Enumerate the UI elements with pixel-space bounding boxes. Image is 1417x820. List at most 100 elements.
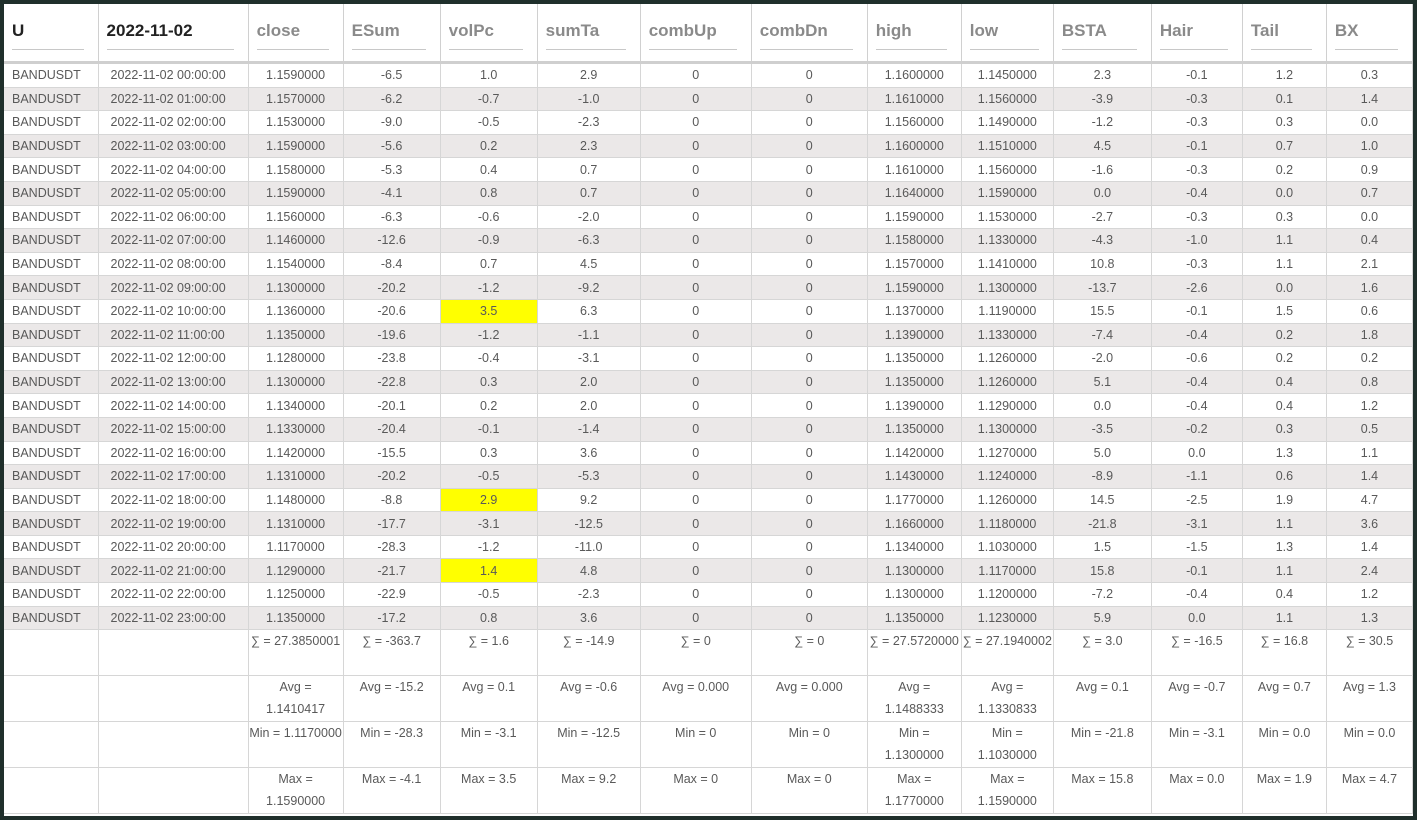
table-cell: 1.1560000: [961, 87, 1054, 112]
table-cell: -2.5: [1151, 488, 1243, 513]
column-header-tail[interactable]: Tail: [1242, 4, 1327, 64]
table-cell: 1.4: [440, 558, 538, 584]
column-header-label: combDn: [759, 15, 853, 50]
table-row[interactable]: BANDUSDT 2022-11-02 17:00:00 1.1310000 -20.…: [4, 464, 1413, 489]
table-cell: 0.0: [1053, 393, 1152, 418]
column-header-u[interactable]: U: [4, 4, 99, 64]
table-row[interactable]: BANDUSDT 2022-11-02 05:00:00 1.1590000 -4.1…: [4, 181, 1413, 206]
summary-cell: ∑ = -363.7: [343, 629, 441, 677]
table-cell: 1.1330000: [961, 228, 1054, 253]
table-cell: 1.1300000: [961, 275, 1054, 300]
table-row[interactable]: BANDUSDT 2022-11-02 22:00:00 1.1250000 -22.…: [4, 582, 1413, 607]
table-row[interactable]: BANDUSDT 2022-11-02 15:00:00 1.1330000 -20.…: [4, 417, 1413, 442]
table-cell: 1.1410000: [961, 252, 1054, 277]
table-row[interactable]: BANDUSDT 2022-11-02 01:00:00 1.1570000 -6.2…: [4, 87, 1413, 112]
table-cell: -8.9: [1053, 464, 1152, 489]
table-cell: -0.2: [1151, 417, 1243, 442]
summary-cell: ∑ = 1.6: [440, 629, 538, 677]
table-cell: 0.2: [1326, 346, 1413, 371]
column-header-hair[interactable]: Hair: [1151, 4, 1243, 64]
summary-cell: [4, 767, 99, 815]
table-row[interactable]: BANDUSDT 2022-11-02 19:00:00 1.1310000 -17.…: [4, 511, 1413, 536]
table-cell: BANDUSDT: [4, 62, 99, 88]
column-header-date[interactable]: 2022-11-02: [98, 4, 249, 64]
summary-cell: Max = 1.1770000: [867, 767, 962, 815]
table-cell: 1.1170000: [248, 535, 344, 560]
table-row[interactable]: BANDUSDT 2022-11-02 21:00:00 1.1290000 -21.…: [4, 558, 1413, 584]
table-cell: -19.6: [343, 323, 441, 348]
column-header-combdn[interactable]: combDn: [751, 4, 868, 64]
table-cell: 0: [640, 464, 752, 489]
table-row[interactable]: BANDUSDT 2022-11-02 14:00:00 1.1340000 -20.…: [4, 393, 1413, 418]
table-row[interactable]: BANDUSDT 2022-11-02 02:00:00 1.1530000 -9.0…: [4, 110, 1413, 135]
table-cell: BANDUSDT: [4, 441, 99, 466]
table-row[interactable]: BANDUSDT 2022-11-02 11:00:00 1.1350000 -19.…: [4, 323, 1413, 348]
table-cell: 1.1: [1242, 606, 1327, 631]
table-cell: 1.1560000: [248, 205, 344, 230]
table-cell: 1.1340000: [248, 393, 344, 418]
column-header-esum[interactable]: ESum: [343, 4, 441, 64]
table-cell: 1.1560000: [867, 110, 962, 135]
table-cell: 0.5: [1326, 417, 1413, 442]
table-cell: 2022-11-02 18:00:00: [98, 488, 249, 513]
table-cell: 1.1640000: [867, 181, 962, 206]
column-header-low[interactable]: low: [961, 4, 1054, 64]
column-header-combup[interactable]: combUp: [640, 4, 752, 64]
table-cell: 2022-11-02 16:00:00: [98, 441, 249, 466]
table-row[interactable]: BANDUSDT 2022-11-02 07:00:00 1.1460000 -12.…: [4, 228, 1413, 253]
table-cell: 1.1310000: [248, 511, 344, 536]
table-row[interactable]: BANDUSDT 2022-11-02 06:00:00 1.1560000 -6.3…: [4, 205, 1413, 230]
table-cell: 2022-11-02 11:00:00: [98, 323, 249, 348]
table-cell: BANDUSDT: [4, 535, 99, 560]
table-cell: 0.8: [440, 606, 538, 631]
column-header-volpc[interactable]: volPc: [440, 4, 538, 64]
table-cell: 1.4: [1326, 87, 1413, 112]
table-row[interactable]: BANDUSDT 2022-11-02 03:00:00 1.1590000 -5.6…: [4, 134, 1413, 159]
column-header-bx[interactable]: BX: [1326, 4, 1413, 64]
table-row[interactable]: BANDUSDT 2022-11-02 18:00:00 1.1480000 -8.8…: [4, 488, 1413, 513]
table-cell: 1.1370000: [867, 299, 962, 324]
table-cell: BANDUSDT: [4, 582, 99, 607]
column-header-label: high: [875, 15, 947, 50]
table-cell: -9.0: [343, 110, 441, 135]
table-cell: 0.2: [440, 393, 538, 418]
column-header-sumta[interactable]: sumTa: [537, 4, 641, 64]
column-header-label: U: [12, 15, 84, 50]
table-cell: 1.1350000: [867, 417, 962, 442]
table-cell: 1.1420000: [248, 441, 344, 466]
table-cell: 0: [640, 582, 752, 607]
table-cell: 0.2: [1242, 157, 1327, 182]
summary-cell: Avg = 1.1488333: [867, 675, 962, 723]
table-row[interactable]: BANDUSDT 2022-11-02 13:00:00 1.1300000 -22.…: [4, 370, 1413, 395]
summary-cell: Max = 0: [751, 767, 868, 815]
table-row[interactable]: BANDUSDT 2022-11-02 23:00:00 1.1350000 -17.…: [4, 606, 1413, 631]
table-row[interactable]: BANDUSDT 2022-11-02 12:00:00 1.1280000 -23.…: [4, 346, 1413, 371]
table-cell: 1.8: [1326, 323, 1413, 348]
table-cell: -6.2: [343, 87, 441, 112]
table-cell: 2022-11-02 21:00:00: [98, 558, 249, 584]
table-cell: 2.1: [1326, 252, 1413, 277]
table-cell: 0: [640, 134, 752, 159]
table-row[interactable]: BANDUSDT 2022-11-02 10:00:00 1.1360000 -20.…: [4, 299, 1413, 324]
table-row[interactable]: BANDUSDT 2022-11-02 04:00:00 1.1580000 -5.3…: [4, 157, 1413, 182]
table-cell: 0: [751, 228, 868, 253]
table-cell: 0: [751, 205, 868, 230]
table-row[interactable]: BANDUSDT 2022-11-02 00:00:00 1.1590000 -6.5…: [4, 62, 1413, 88]
table-cell: 2022-11-02 01:00:00: [98, 87, 249, 112]
table-cell: -7.4: [1053, 323, 1152, 348]
column-header-bsta[interactable]: BSTA: [1053, 4, 1152, 64]
table-row[interactable]: BANDUSDT 2022-11-02 09:00:00 1.1300000 -20.…: [4, 275, 1413, 300]
table-row[interactable]: BANDUSDT 2022-11-02 16:00:00 1.1420000 -15.…: [4, 441, 1413, 466]
table-cell: 0.2: [1242, 346, 1327, 371]
table-cell: 0.0: [1326, 205, 1413, 230]
column-header-high[interactable]: high: [867, 4, 962, 64]
summary-cell: Min = -3.1: [440, 721, 538, 769]
table-cell: -0.1: [440, 417, 538, 442]
table-row[interactable]: BANDUSDT 2022-11-02 20:00:00 1.1170000 -28.…: [4, 535, 1413, 560]
column-header-close[interactable]: close: [248, 4, 344, 64]
table-cell: -3.5: [1053, 417, 1152, 442]
table-row[interactable]: BANDUSDT 2022-11-02 08:00:00 1.1540000 -8.4…: [4, 252, 1413, 277]
summary-cell: ∑ = 27.5720000: [867, 629, 962, 677]
table-cell: BANDUSDT: [4, 606, 99, 631]
table-cell: 0.7: [1326, 181, 1413, 206]
